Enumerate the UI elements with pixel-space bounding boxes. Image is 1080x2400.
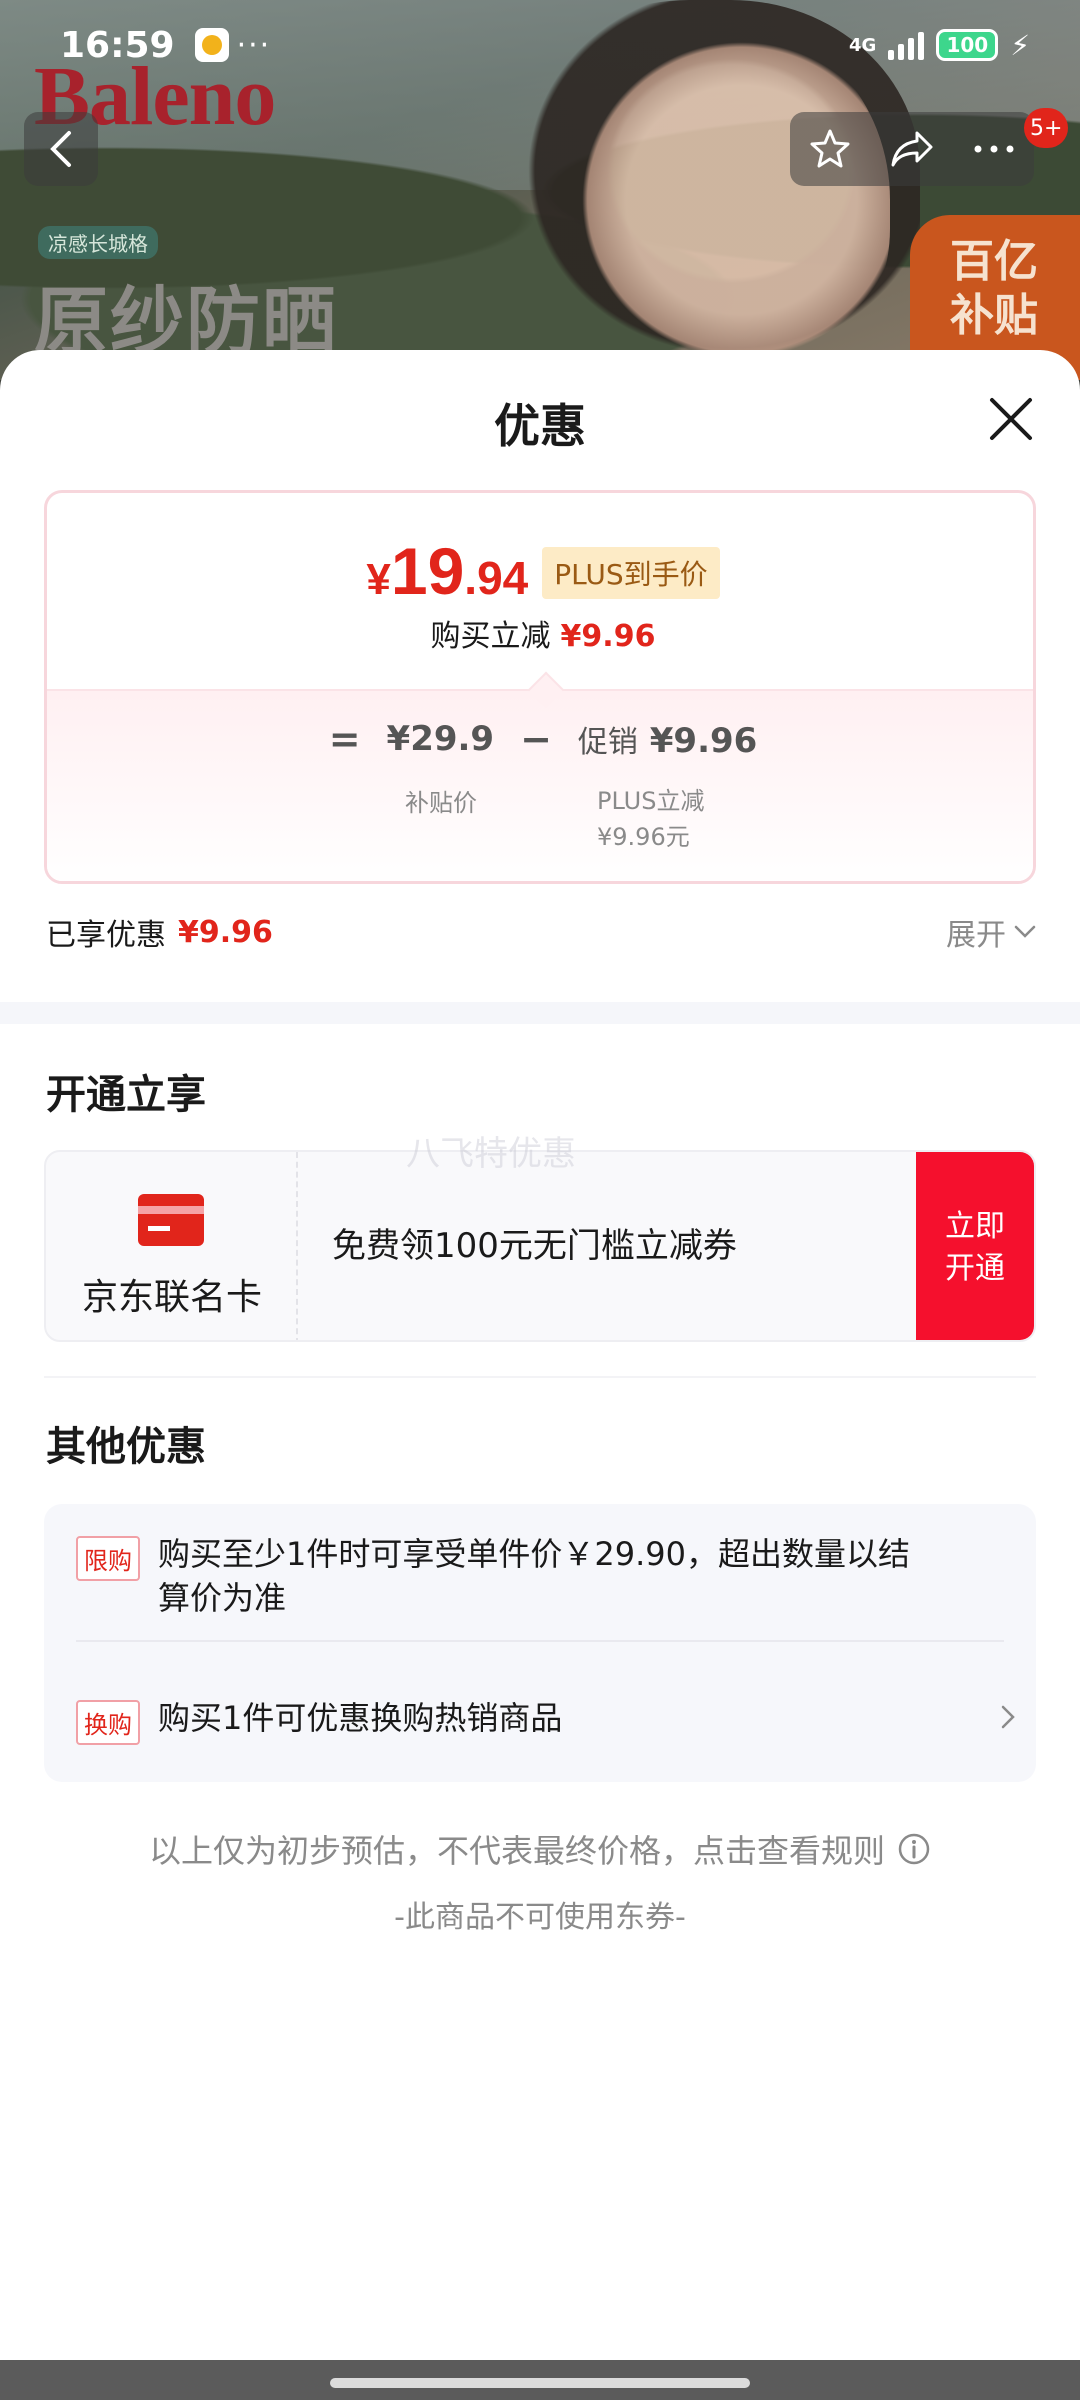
- signal-icon: [888, 30, 925, 60]
- plus-note-line1: PLUS立减: [597, 787, 705, 815]
- subsidy-price: ¥29.9: [386, 719, 495, 759]
- list-item[interactable]: 换购 购买1件可优惠换购热销商品: [76, 1696, 1016, 1745]
- watermark-text: 八飞特优惠: [406, 1134, 576, 1174]
- subsidy-note: 补贴价: [405, 789, 477, 817]
- status-indicators: 4G 100 ⚡: [849, 29, 1030, 62]
- battery-icon: 100: [936, 29, 999, 61]
- favorite-star-icon[interactable]: [808, 127, 852, 171]
- plus-note-line2: ¥9.96元: [597, 823, 690, 851]
- offer-text-limit: 购买至少1件时可享受单件价￥29.90，超出数量以结算价为准: [158, 1535, 910, 1617]
- price-integer: 19: [390, 534, 465, 608]
- price-formula: = ¥29.9 − 促销 ¥9.96: [47, 717, 1033, 761]
- enjoyed-label: 已享优惠: [46, 918, 166, 953]
- enjoyed-value: ¥9.96: [178, 914, 273, 950]
- price-currency: ¥: [366, 555, 391, 604]
- no-coupon-note: -此商品不可使用东券-: [394, 1900, 686, 1935]
- list-item: 限购 购买至少1件时可享受单件价￥29.90，超出数量以结算价为准: [76, 1532, 1016, 1620]
- open-card-button[interactable]: 立即开通: [916, 1152, 1034, 1340]
- promo-value: ¥9.96: [649, 721, 758, 761]
- chevron-left-icon: [50, 131, 71, 167]
- instant-discount-value: ¥9.96: [560, 619, 656, 654]
- credit-card-icon: [138, 1194, 204, 1246]
- back-button[interactable]: [24, 112, 98, 186]
- hero-tag: 凉感长城格: [38, 226, 158, 259]
- other-offers-list: 限购 购买至少1件时可享受单件价￥29.90，超出数量以结算价为准 换购 购买1…: [44, 1504, 1036, 1782]
- disclaimer-text: 以上仅为初步预估，不代表最终价格，点击查看规则: [148, 1832, 885, 1870]
- charging-icon: ⚡: [1010, 28, 1030, 62]
- discount-sheet: 优惠 ¥19.94 PLUS到手价 购买立减 ¥9.96 = ¥29.9 − 促销…: [0, 350, 1080, 2360]
- thin-divider: [44, 1376, 1036, 1378]
- sheet-title: 优惠: [494, 399, 586, 453]
- close-button[interactable]: [980, 388, 1042, 450]
- gesture-nav-bar: [0, 2360, 1080, 2400]
- offer-text-exchange: 购买1件可优惠换购热销商品: [158, 1699, 563, 1737]
- section-divider: [0, 1002, 1080, 1024]
- card-name: 京东联名卡: [81, 1277, 262, 1318]
- chevron-down-icon: [1014, 925, 1036, 938]
- other-section-title: 其他优惠: [46, 1424, 206, 1470]
- plus-note: PLUS立减 ¥9.96元: [597, 783, 704, 855]
- price-formula-area: = ¥29.9 − 促销 ¥9.96 补贴价 PLUS立减 ¥9.96元: [47, 689, 1033, 881]
- subsidy-badge-line2: 补贴: [950, 290, 1038, 341]
- instant-discount-row: 购买立减 ¥9.96: [47, 611, 1033, 655]
- rules-disclaimer[interactable]: 以上仅为初步预估，不代表最终价格，点击查看规则: [0, 1826, 1080, 1872]
- status-bar: 16:59 ··· 4G 100 ⚡: [0, 0, 1080, 90]
- status-time: 16:59: [60, 24, 175, 66]
- final-price: ¥19.94: [366, 533, 528, 609]
- chevron-right-icon: [1001, 1705, 1015, 1729]
- expand-button[interactable]: 展开: [946, 910, 1036, 954]
- card-offer-desc: 免费领100元无门槛立减券: [332, 1226, 737, 1266]
- expand-label: 展开: [946, 918, 1006, 953]
- enjoyed-discount-row: 已享优惠 ¥9.96 展开: [46, 910, 1036, 954]
- offer-tag-exchange: 换购: [76, 1700, 140, 1745]
- subsidy-badge-line1: 百亿: [950, 236, 1038, 287]
- card-brand-area: 京东联名卡: [46, 1152, 298, 1340]
- plus-price-tag: PLUS到手价: [542, 547, 720, 599]
- more-icon[interactable]: [972, 143, 1016, 155]
- minus-sign: −: [520, 717, 552, 761]
- equals-sign: =: [328, 717, 361, 761]
- message-count-badge: 5+: [1024, 108, 1069, 148]
- network-type: 4G: [849, 34, 877, 56]
- info-icon: [898, 1833, 930, 1865]
- share-icon[interactable]: [889, 129, 935, 169]
- weather-app-icon: [194, 28, 229, 62]
- promo-label: 促销: [577, 725, 638, 760]
- open-section-title: 开通立享: [46, 1072, 206, 1118]
- cobrand-card-offer[interactable]: 京东联名卡 免费领100元无门槛立减券 立即开通: [44, 1150, 1036, 1342]
- offer-tag-limit: 限购: [76, 1536, 140, 1581]
- final-price-row: ¥19.94 PLUS到手价: [47, 533, 1033, 609]
- home-indicator[interactable]: [330, 2378, 750, 2388]
- list-divider: [76, 1640, 1004, 1642]
- price-decimal: .94: [464, 552, 529, 604]
- price-breakdown-card: ¥19.94 PLUS到手价 购买立减 ¥9.96 = ¥29.9 − 促销 ¥9…: [44, 490, 1036, 884]
- battery-level: 100: [946, 33, 989, 57]
- status-more-dots: ···: [236, 27, 272, 63]
- close-icon: [990, 398, 1032, 440]
- top-actions: [790, 112, 1034, 186]
- instant-discount-label: 购买立减: [430, 619, 551, 654]
